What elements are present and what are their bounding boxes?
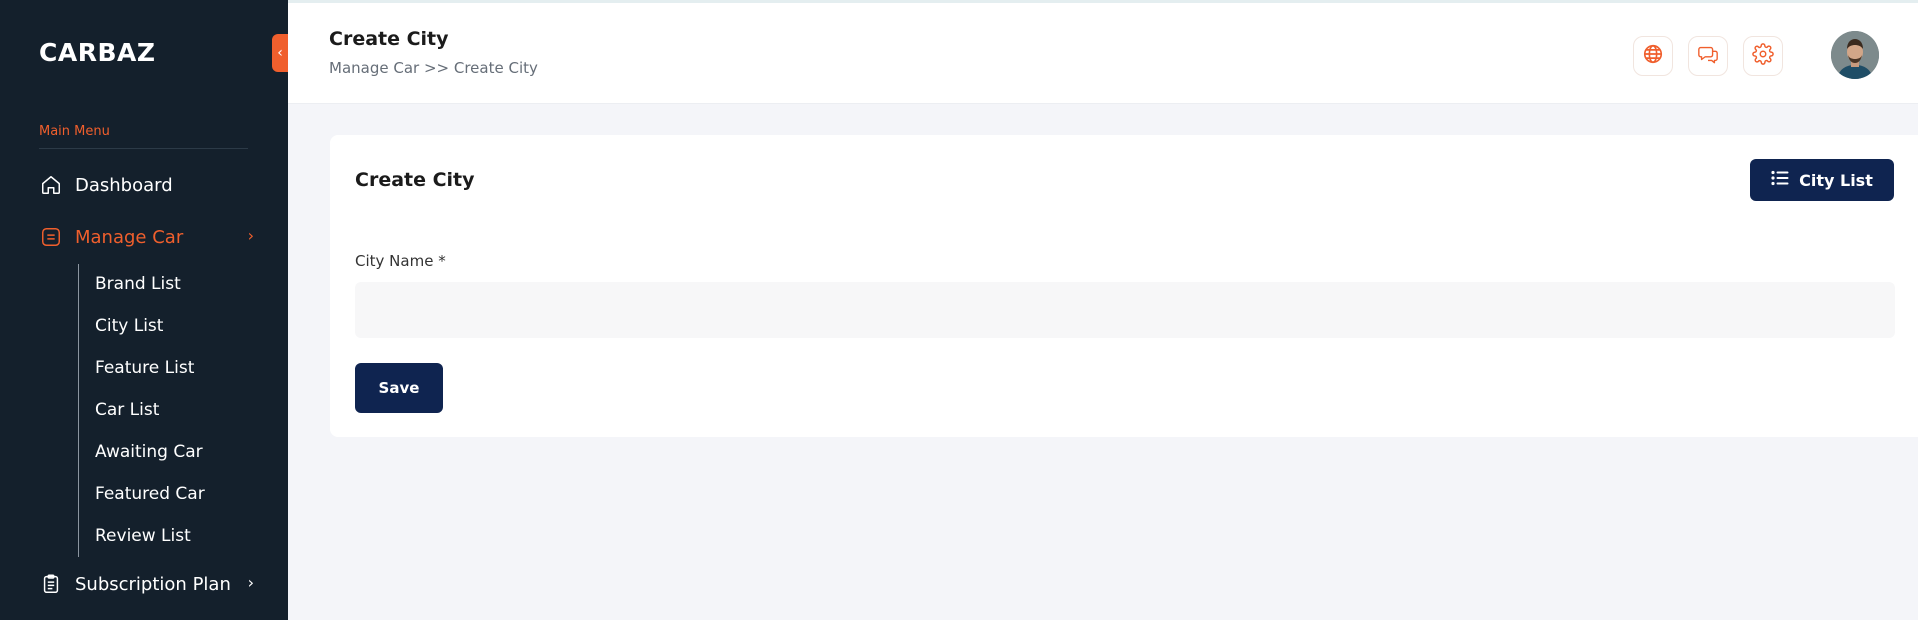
submenu-item-featured-car[interactable]: Featured Car bbox=[95, 484, 205, 504]
brand-logo[interactable]: CARBAZ bbox=[39, 38, 155, 67]
messages-button[interactable] bbox=[1688, 36, 1728, 76]
submenu-item-car-list[interactable]: Car List bbox=[95, 400, 159, 420]
submenu-item-review-list[interactable]: Review List bbox=[95, 526, 191, 546]
create-city-card: Create City City List City Name * Save bbox=[330, 135, 1918, 437]
clipboard-icon bbox=[39, 572, 63, 596]
chevron-left-icon: ‹ bbox=[277, 45, 283, 61]
sidebar-item-label: Subscription Plan bbox=[75, 573, 231, 595]
chevron-right-icon: › bbox=[247, 226, 254, 245]
list-icon bbox=[1771, 170, 1789, 190]
city-name-label: City Name * bbox=[355, 252, 446, 270]
city-name-input[interactable] bbox=[355, 282, 1895, 338]
settings-button[interactable] bbox=[1743, 36, 1783, 76]
globe-icon bbox=[1642, 43, 1664, 69]
submenu-item-brand-list[interactable]: Brand List bbox=[95, 274, 181, 294]
sidebar: CARBAZ ‹ Main Menu Dashboard Manage Car … bbox=[0, 0, 288, 620]
submenu-manage-car: Brand List City List Feature List Car Li… bbox=[78, 264, 205, 557]
topbar: Create City Manage Car >> Create City bbox=[288, 0, 1918, 104]
gear-icon bbox=[1752, 43, 1774, 69]
chat-icon bbox=[1697, 43, 1719, 69]
sidebar-item-subscription-plan[interactable]: Subscription Plan › bbox=[39, 569, 254, 599]
avatar[interactable] bbox=[1831, 31, 1879, 79]
list-square-icon bbox=[39, 225, 63, 249]
breadcrumb: Manage Car >> Create City bbox=[329, 59, 538, 77]
chevron-right-icon: › bbox=[247, 573, 254, 592]
save-button[interactable]: Save bbox=[355, 363, 443, 413]
submenu-item-feature-list[interactable]: Feature List bbox=[95, 358, 194, 378]
city-list-button-label: City List bbox=[1799, 170, 1873, 190]
sidebar-item-label: Dashboard bbox=[75, 174, 173, 196]
card-title: Create City bbox=[355, 169, 475, 191]
language-button[interactable] bbox=[1633, 36, 1673, 76]
home-icon bbox=[39, 173, 63, 197]
submenu-item-awaiting-car[interactable]: Awaiting Car bbox=[95, 442, 203, 462]
page-title: Create City bbox=[329, 28, 449, 50]
menu-divider bbox=[39, 148, 248, 149]
sidebar-item-dashboard[interactable]: Dashboard bbox=[39, 170, 254, 200]
menu-section-label: Main Menu bbox=[39, 124, 110, 139]
sidebar-item-label: Manage Car bbox=[75, 226, 184, 248]
sidebar-item-manage-car[interactable]: Manage Car › bbox=[39, 222, 254, 252]
sidebar-collapse-button[interactable]: ‹ bbox=[272, 34, 288, 72]
city-list-button[interactable]: City List bbox=[1750, 159, 1894, 201]
submenu-item-city-list[interactable]: City List bbox=[95, 316, 163, 336]
